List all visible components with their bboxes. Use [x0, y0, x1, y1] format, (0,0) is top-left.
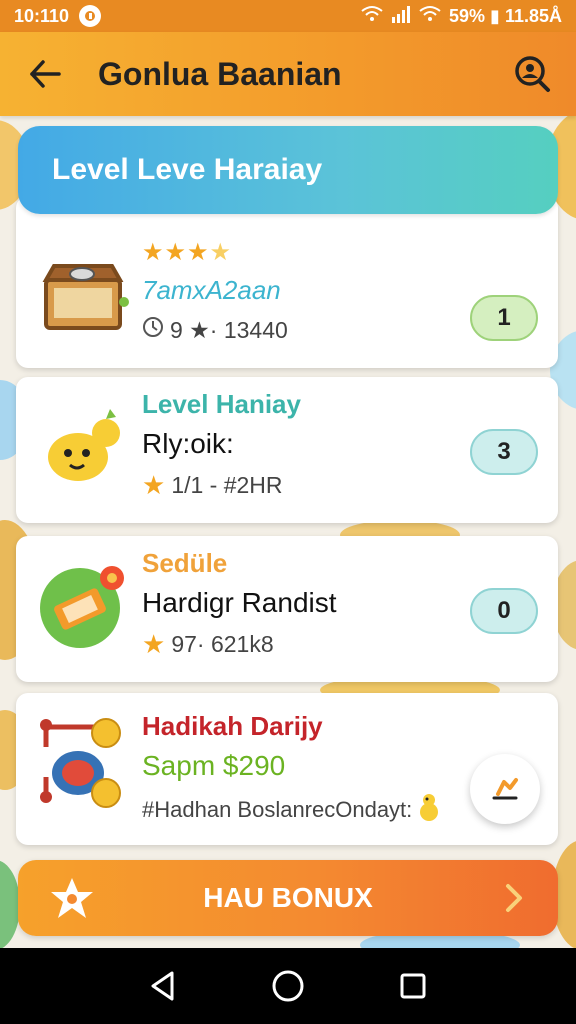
status-time: 10:110: [14, 5, 70, 26]
count-badge[interactable]: 3: [470, 429, 538, 475]
arrow-left-icon: [30, 60, 61, 88]
card-title: 7amxA2aan: [142, 275, 281, 305]
wifi-icon: [361, 5, 383, 28]
star-rating: ★★★★: [142, 238, 288, 267]
level-banner: Level Leve Haraiay: [18, 126, 558, 214]
count-badge[interactable]: 1: [470, 295, 538, 341]
reward-card[interactable]: Sedüle Hardigr Randist ★ 97· 621k8 0: [16, 536, 558, 682]
card-meta: #Hadhan BoslanrecOndayt:: [142, 797, 413, 822]
bonus-label: HAU BONUX: [203, 882, 373, 913]
star-icon: ★: [142, 629, 166, 659]
treasure-chest-icon: [36, 250, 136, 350]
ticket-icon: [36, 558, 136, 658]
wifi-icon-2: [419, 5, 441, 28]
chick-icon: [418, 792, 440, 828]
star-icon: ★: [142, 470, 166, 500]
status-bar: 10:110 59% ▮ 11.85Å: [0, 0, 576, 32]
circle-home-icon: [272, 970, 304, 1002]
page-title: Gonlua Baanian: [98, 55, 342, 92]
system-nav-bar: [0, 948, 576, 1024]
card-price: Sapm $290: [142, 750, 286, 781]
reward-card[interactable]: ★★★★ 7amxA2aan 9 ★· 13440 1: [16, 196, 558, 368]
chevron-right-icon: [500, 880, 528, 916]
card-meta: 1/1 - #2HR: [171, 472, 283, 498]
floating-action-button[interactable]: [470, 754, 540, 824]
app-bar: Gonlua Baanian: [0, 32, 576, 116]
profile-search-icon: [515, 56, 550, 92]
star-icon: ★: [142, 239, 165, 266]
star-icon: ★: [187, 239, 210, 266]
reward-card[interactable]: Level Haniay Rly:oik: ★ 1/1 - #2HR 3: [16, 377, 558, 523]
square-recents-icon: [400, 973, 426, 999]
bonus-button[interactable]: HAU BONUX: [18, 860, 558, 936]
nav-back-button[interactable]: [133, 956, 193, 1016]
card-subtitle: Hadikah Darijy: [142, 711, 323, 741]
triangle-back-icon: [151, 971, 174, 1001]
count-badge[interactable]: 0: [470, 588, 538, 634]
coin-machine-icon: [36, 717, 136, 817]
clock-icon: [142, 316, 164, 344]
card-title: Rly:oik:: [142, 428, 234, 459]
signal-icon: [391, 5, 411, 28]
star-icon: ★: [164, 239, 188, 266]
back-button[interactable]: [20, 49, 70, 99]
star-badge-icon: [48, 874, 96, 922]
card-subtitle: Level Haniay: [142, 389, 301, 419]
mascot-icon: [36, 399, 136, 499]
nav-recents-button[interactable]: [383, 956, 443, 1016]
status-battery-text: 59% ▮ 11.85Å: [449, 5, 562, 26]
card-title: Hardigr Randist: [142, 587, 337, 618]
star-icon: ★: [209, 239, 233, 266]
chart-icon: [492, 778, 518, 800]
banner-title: Level Leve Haraiay: [52, 153, 323, 186]
notification-icon: [79, 5, 102, 27]
card-meta: 9 ★· 13440: [170, 316, 288, 343]
profile-button[interactable]: [508, 50, 556, 98]
card-subtitle: Sedüle: [142, 548, 228, 578]
nav-home-button[interactable]: [258, 956, 318, 1016]
card-meta: 97· 621k8: [171, 631, 274, 657]
